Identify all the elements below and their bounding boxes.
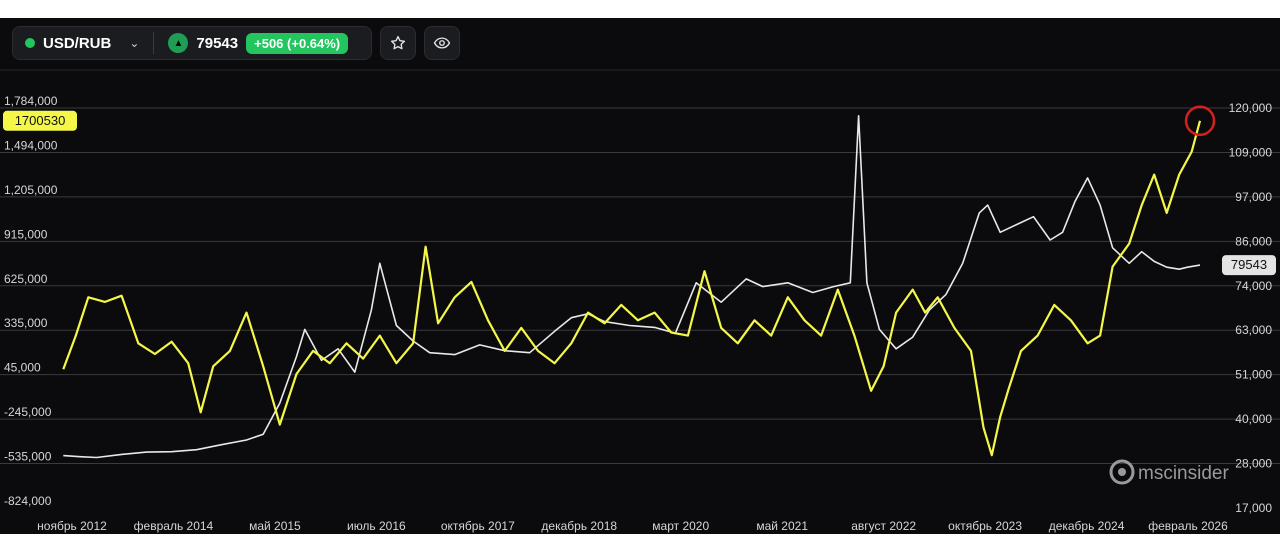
y-right-tick-label: 63,000 xyxy=(1235,323,1272,337)
x-tick-label: март 2020 xyxy=(652,519,709,533)
series-line-left-axis xyxy=(62,120,1202,457)
star-icon xyxy=(390,35,406,50)
highlight-circle xyxy=(1184,105,1216,137)
symbol-selector[interactable]: USD/RUB ⌄ ▲ 79543 +506 (+0.64%) xyxy=(12,26,372,60)
y-right-tick-label: 51,000 xyxy=(1235,368,1272,382)
x-tick-label: май 2021 xyxy=(756,519,808,533)
watermark-logo-dot xyxy=(1118,468,1126,476)
y-right-tick-label: 97,000 xyxy=(1235,190,1272,204)
x-tick-label: февраль 2014 xyxy=(134,519,214,533)
y-left-tick-label: -824,000 xyxy=(4,494,52,508)
y-right-tick-label: 120,000 xyxy=(1229,101,1273,115)
y-left-tick-label: 335,000 xyxy=(4,316,48,330)
x-tick-label: декабрь 2024 xyxy=(1049,519,1125,533)
y-left-tick-label: -245,000 xyxy=(4,405,52,419)
y-right-tick-label: 74,000 xyxy=(1235,279,1272,293)
last-value-left: 1700530 xyxy=(15,113,66,128)
x-tick-label: октябрь 2017 xyxy=(441,519,515,533)
y-left-tick-label: 1,494,000 xyxy=(4,138,58,152)
y-left-tick-label: 625,000 xyxy=(4,272,48,286)
y-right-tick-label: 109,000 xyxy=(1229,145,1273,159)
eye-icon xyxy=(433,37,451,49)
chart-frame: 1,784,000 1,494,000 1,205,000 915,000 625,00… xyxy=(0,18,1280,534)
symbol-name: USD/RUB xyxy=(43,34,112,52)
toolbar: USD/RUB ⌄ ▲ 79543 +506 (+0.64%) xyxy=(12,26,460,62)
y-left-tick-label: 1,205,000 xyxy=(4,183,58,197)
price-chart[interactable]: 1,784,000 1,494,000 1,205,000 915,000 625,00… xyxy=(0,18,1280,534)
y-right-tick-label: 17,000 xyxy=(1235,501,1272,515)
last-value-right: 79543 xyxy=(1231,257,1267,272)
x-tick-label: май 2015 xyxy=(249,519,301,533)
visibility-button[interactable] xyxy=(424,26,460,60)
y-left-tick-label: -535,000 xyxy=(4,450,52,464)
chevron-down-icon[interactable]: ⌄ xyxy=(129,36,139,50)
x-tick-label: август 2022 xyxy=(851,519,916,533)
divider xyxy=(153,32,155,54)
watermark-text: mscinsider xyxy=(1138,463,1229,484)
triangle-up-icon: ▲ xyxy=(168,33,189,53)
y-right-tick-label: 40,000 xyxy=(1235,412,1272,426)
x-tick-label: ноябрь 2012 xyxy=(37,519,107,533)
y-left-tick-label: 45,000 xyxy=(4,361,41,375)
x-tick-label: декабрь 2018 xyxy=(541,519,617,533)
y-left-tick-label: 1,784,000 xyxy=(4,94,58,108)
y-right-tick-label: 28,000 xyxy=(1235,457,1272,471)
y-left-tick-label: 915,000 xyxy=(4,227,48,241)
x-tick-label: октябрь 2023 xyxy=(948,519,1022,533)
x-tick-label: февраль 2026 xyxy=(1148,519,1228,533)
price-change-badge: +506 (+0.64%) xyxy=(246,32,349,54)
current-price: 79543 xyxy=(196,34,239,52)
status-dot xyxy=(25,38,35,48)
series-line-right-axis xyxy=(63,115,1201,459)
favorite-button[interactable] xyxy=(380,26,416,60)
y-right-tick-label: 86,000 xyxy=(1235,234,1272,248)
x-tick-label: июль 2016 xyxy=(347,519,406,533)
